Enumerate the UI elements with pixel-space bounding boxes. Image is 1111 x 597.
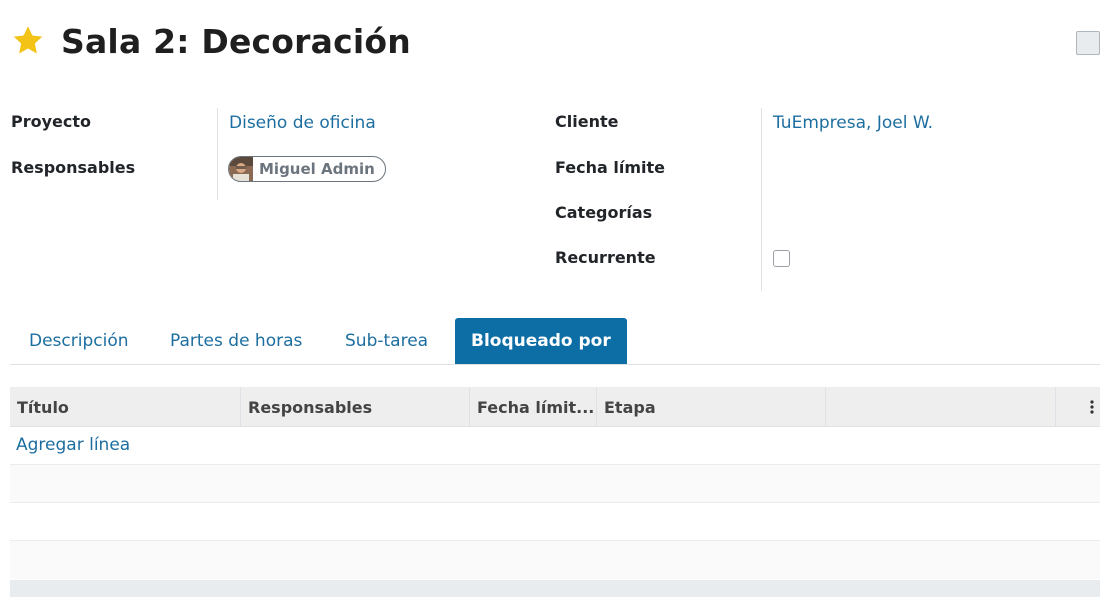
column-stage[interactable]: Etapa [597,387,826,427]
recurrent-checkbox[interactable] [773,250,790,267]
client-label: Cliente [555,112,619,131]
column-empty [826,387,1056,427]
title-row: Sala 2: Decoración [10,18,411,64]
recurrent-label: Recurrente [555,248,656,267]
optional-columns-icon[interactable] [1090,399,1094,415]
column-assignees[interactable]: Responsables [241,387,470,427]
tab-timesheets[interactable]: Partes de horas [170,318,302,364]
tab-description[interactable]: Descripción [29,318,129,364]
column-title[interactable]: Título [10,387,241,427]
star-icon[interactable] [10,23,46,59]
table-row [10,503,1100,541]
project-link[interactable]: Diseño de oficina [229,113,376,133]
assignee-name: Miguel Admin [259,160,375,178]
tab-blocked-by[interactable]: Bloqueado por [455,318,627,364]
blocked-by-table: Título Responsables Fecha límit... Etapa… [10,387,1100,579]
assignees-label: Responsables [11,158,136,177]
field-divider-left [217,108,218,200]
table-footer [10,580,1100,597]
table-row: Agregar línea [10,427,1100,465]
done-checkbox[interactable] [1076,31,1100,55]
page-title[interactable]: Sala 2: Decoración [61,22,411,61]
table-header: Título Responsables Fecha límit... Etapa [10,387,1100,427]
table-row [10,541,1100,579]
deadline-label: Fecha límite [555,158,665,177]
tab-subtasks[interactable]: Sub-tarea [345,318,428,364]
notebook-tabs: Descripción Partes de horas Sub-tarea Bl… [10,318,1100,365]
assignee-tag[interactable]: Miguel Admin [228,156,386,182]
column-deadline[interactable]: Fecha límit... [470,387,597,427]
table-row [10,465,1100,503]
client-link[interactable]: TuEmpresa, Joel W. [773,113,933,133]
project-label: Proyecto [11,112,92,131]
add-line-link[interactable]: Agregar línea [16,435,130,455]
avatar [229,157,253,181]
field-divider-right [761,108,762,291]
tags-label: Categorías [555,203,653,222]
